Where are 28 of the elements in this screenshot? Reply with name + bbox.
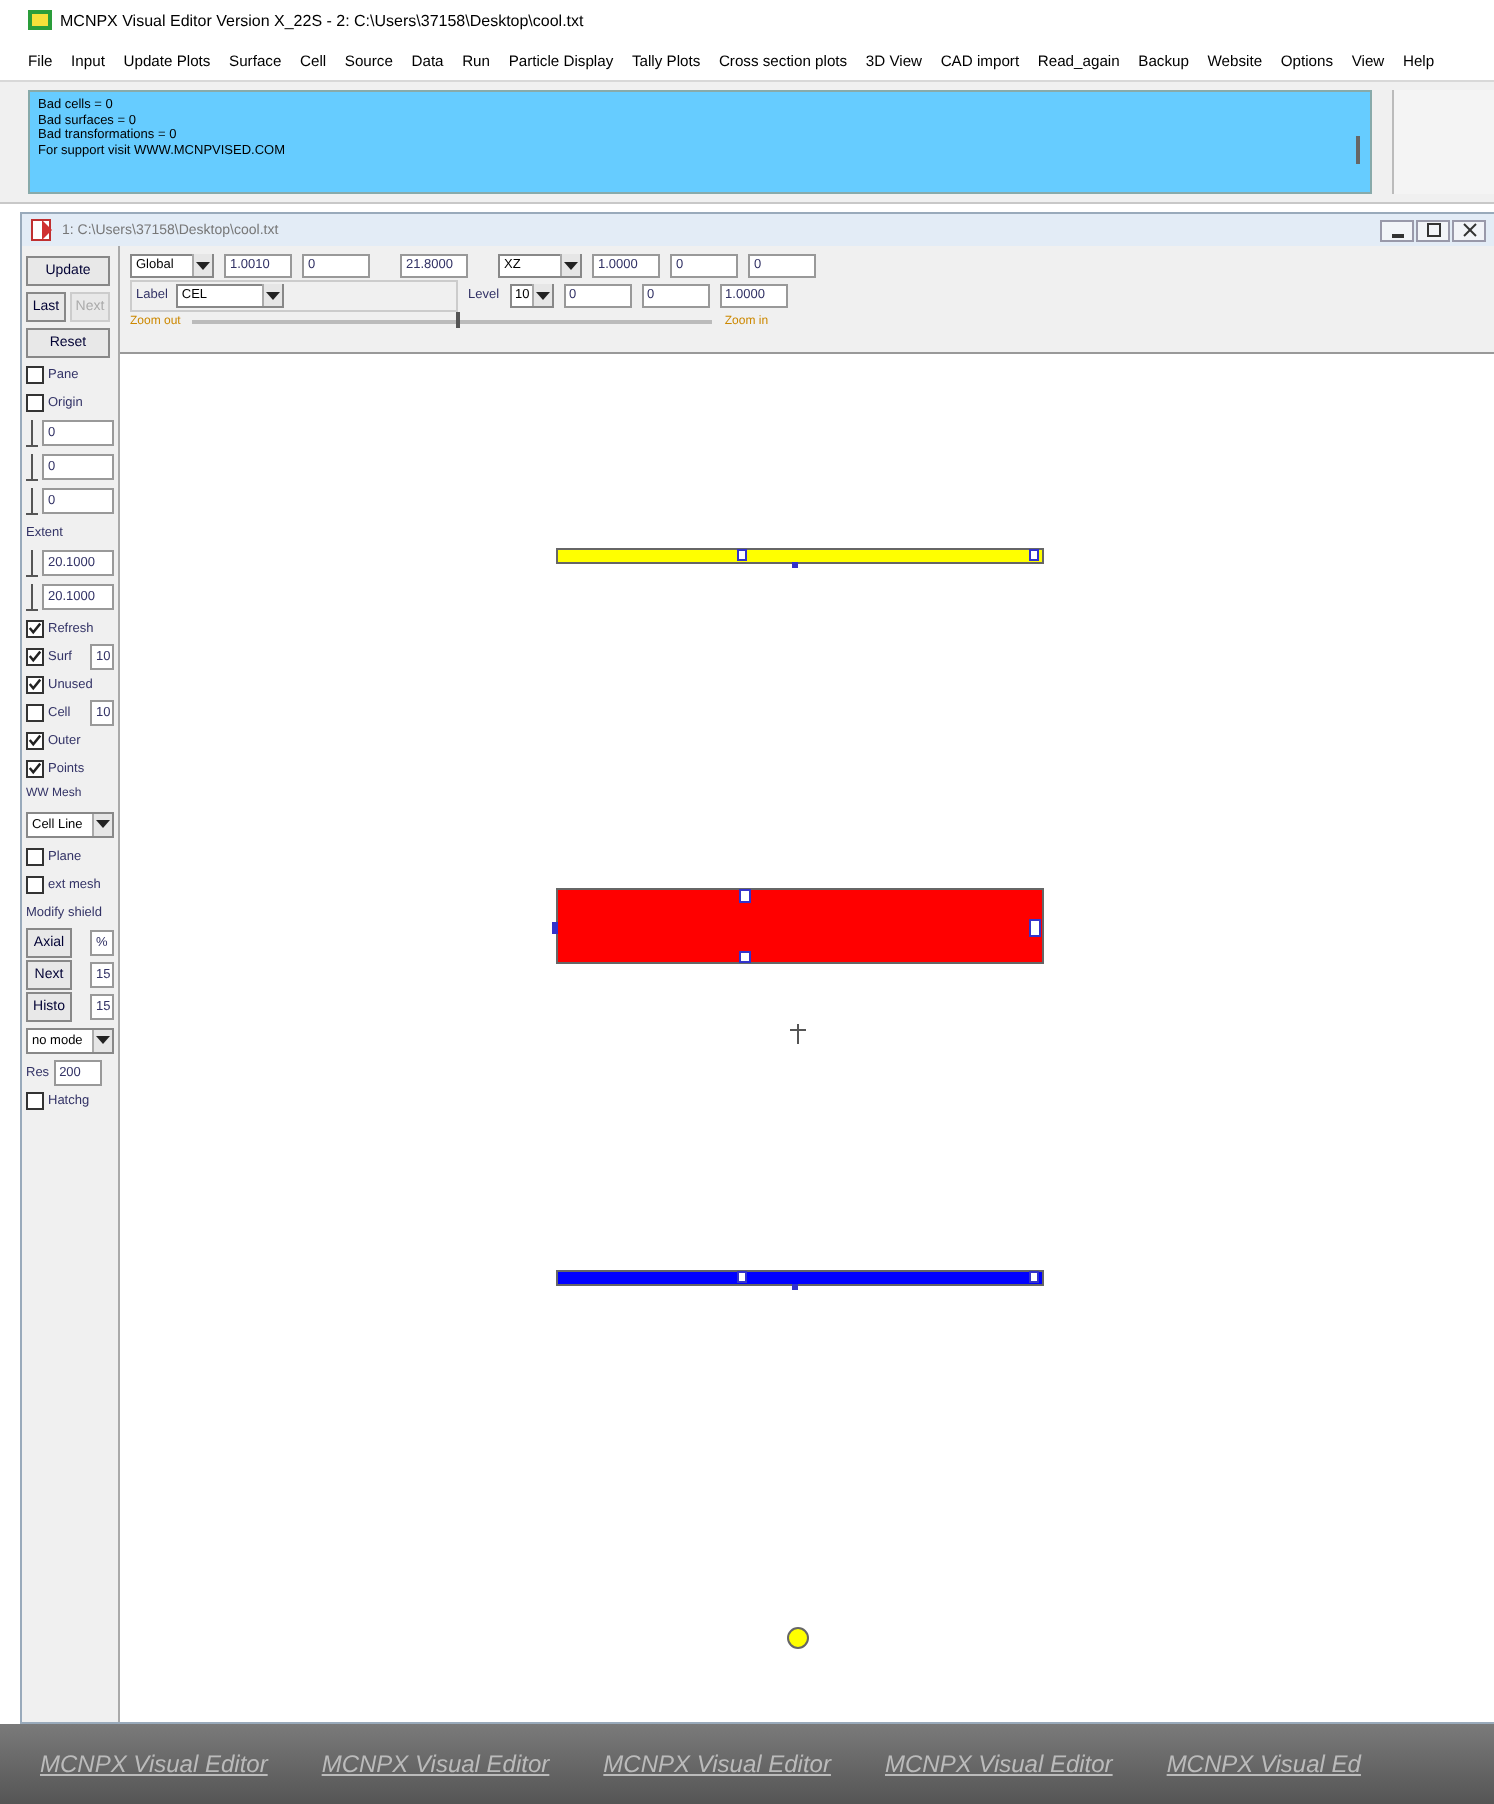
spinner-icon <box>26 583 38 611</box>
checkbox[interactable] <box>26 1091 44 1109</box>
app-logo-icon <box>28 10 52 30</box>
scrollbar-thumb[interactable] <box>1356 136 1360 164</box>
checkbox[interactable] <box>26 875 44 893</box>
maximize-icon <box>1425 222 1441 238</box>
spinner-icon <box>26 487 38 515</box>
checkbox[interactable] <box>26 647 44 665</box>
crosshair-icon <box>789 1023 807 1045</box>
slider-thumb[interactable] <box>455 312 460 328</box>
spinner-icon <box>26 549 38 577</box>
checkbox[interactable] <box>26 731 44 749</box>
checkbox[interactable] <box>26 619 44 637</box>
minimize-button[interactable] <box>1380 219 1414 241</box>
maximize-button[interactable] <box>1416 219 1450 241</box>
checkbox[interactable] <box>26 675 44 693</box>
checkbox[interactable] <box>26 393 44 411</box>
checkbox[interactable] <box>26 365 44 383</box>
spinner-icon <box>26 453 38 481</box>
spinner-icon <box>26 419 38 447</box>
checkbox[interactable] <box>26 703 44 721</box>
close-icon <box>1461 222 1477 238</box>
checkbox[interactable] <box>26 847 44 865</box>
minimize-icon <box>1391 234 1403 238</box>
checkbox[interactable] <box>26 759 44 777</box>
close-button[interactable] <box>1452 219 1486 241</box>
window-title: MCNPX Visual Editor Version X_22S - 2: C:\Users\37158\Desktop\cool.txt <box>60 11 584 29</box>
document-icon <box>30 218 54 242</box>
